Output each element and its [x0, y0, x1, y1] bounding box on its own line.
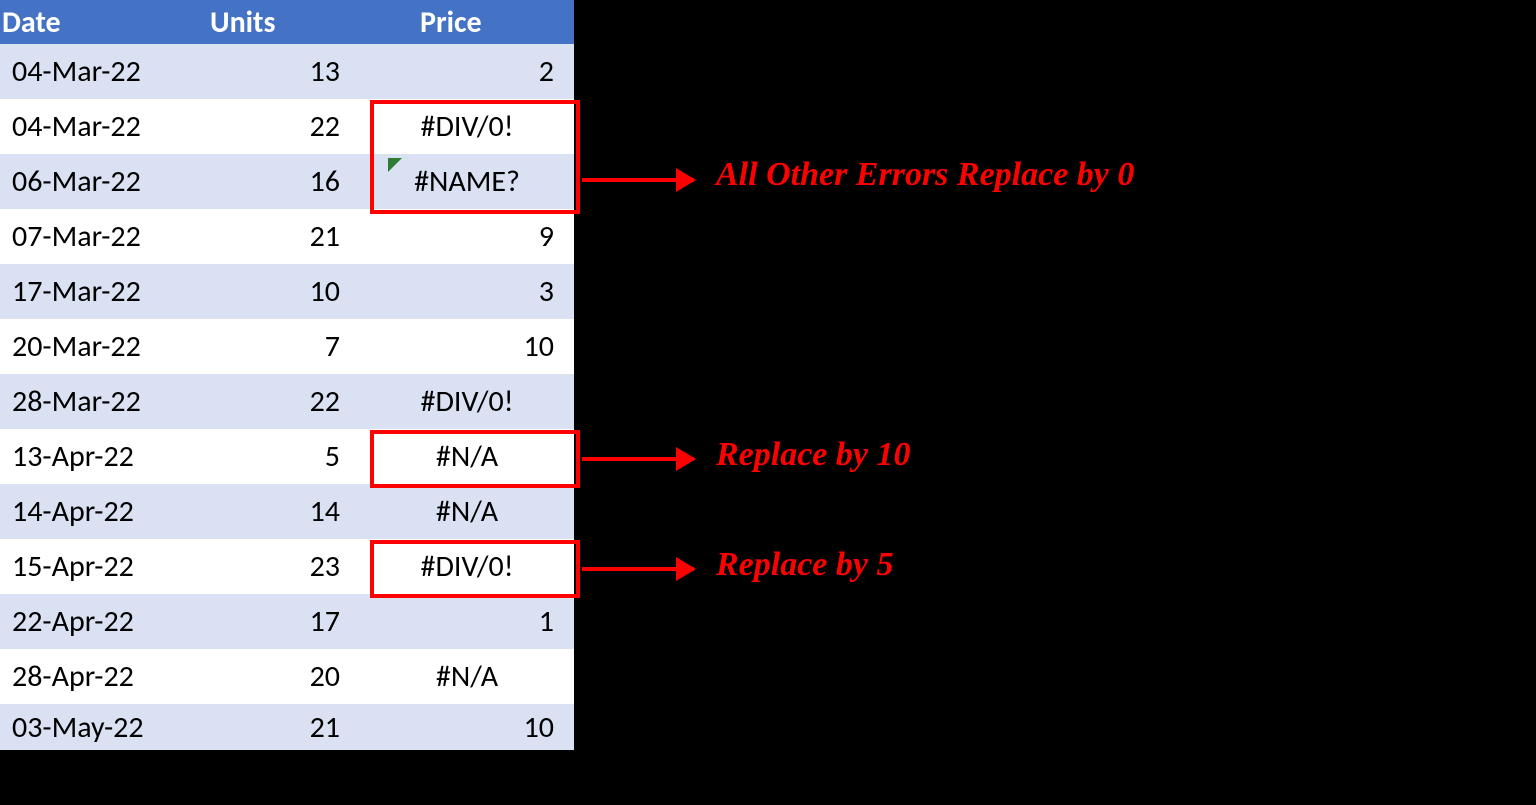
cell-date: 07-Mar-22: [0, 218, 210, 255]
cell-date: 06-Mar-22: [0, 163, 210, 200]
header-price: Price: [360, 4, 574, 41]
cell-date: 20-Mar-22: [0, 328, 210, 365]
table-row: 13-Apr-22 5 #N/A: [0, 429, 574, 484]
cell-units: 21: [210, 709, 360, 746]
cell-units: 23: [210, 548, 360, 585]
table-row: 04-Mar-22 22 #DIV/0!: [0, 99, 574, 154]
cell-units: 16: [210, 163, 360, 200]
cell-price: 3: [360, 273, 574, 310]
cell-date: 28-Apr-22: [0, 658, 210, 695]
cell-units: 22: [210, 108, 360, 145]
cell-units: 7: [210, 328, 360, 365]
error-indicator-icon: [388, 158, 402, 172]
table-row: 17-Mar-22 10 3: [0, 264, 574, 319]
table-header-row: Date Units Price: [0, 0, 574, 44]
annotation-arrow-1: [582, 178, 694, 182]
annotation-arrow-3: [582, 567, 694, 571]
table-row: 03-May-22 21 10: [0, 704, 574, 750]
cell-date: 17-Mar-22: [0, 273, 210, 310]
annotation-text-1: All Other Errors Replace by 0: [716, 156, 1134, 194]
cell-units: 14: [210, 493, 360, 530]
annotation-arrow-2: [582, 457, 694, 461]
cell-date: 03-May-22: [0, 709, 210, 746]
annotation-text-3: Replace by 5: [716, 546, 894, 584]
cell-units: 5: [210, 438, 360, 475]
cell-date: 28-Mar-22: [0, 383, 210, 420]
cell-units: 10: [210, 273, 360, 310]
cell-price: 9: [360, 218, 574, 255]
annotation-text-2: Replace by 10: [716, 436, 911, 474]
cell-date: 15-Apr-22: [0, 548, 210, 585]
table-row: 04-Mar-22 13 2: [0, 44, 574, 99]
cell-price: 2: [360, 53, 574, 90]
table-row: 07-Mar-22 21 9: [0, 209, 574, 264]
cell-units: 13: [210, 53, 360, 90]
cell-units: 20: [210, 658, 360, 695]
cell-units: 21: [210, 218, 360, 255]
cell-price: #DIV/0!: [360, 548, 574, 585]
table-row: 06-Mar-22 16 #NAME?: [0, 154, 574, 209]
header-units: Units: [210, 4, 360, 41]
cell-units: 22: [210, 383, 360, 420]
cell-date: 22-Apr-22: [0, 603, 210, 640]
cell-price: 1: [360, 603, 574, 640]
header-date: Date: [0, 4, 210, 41]
cell-date: 04-Mar-22: [0, 53, 210, 90]
cell-date: 04-Mar-22: [0, 108, 210, 145]
table-row: 14-Apr-22 14 #N/A: [0, 484, 574, 539]
cell-date: 13-Apr-22: [0, 438, 210, 475]
cell-date: 14-Apr-22: [0, 493, 210, 530]
cell-units: 17: [210, 603, 360, 640]
table-row: 28-Apr-22 20 #N/A: [0, 649, 574, 704]
cell-price: #N/A: [360, 493, 574, 530]
cell-price: #DIV/0!: [360, 108, 574, 145]
cell-price: #N/A: [360, 658, 574, 695]
table-row: 28-Mar-22 22 #DIV/0!: [0, 374, 574, 429]
table-row: 20-Mar-22 7 10: [0, 319, 574, 374]
cell-price: #N/A: [360, 438, 574, 475]
cell-price: #DIV/0!: [360, 383, 574, 420]
cell-price: 10: [360, 709, 574, 746]
cell-price: 10: [360, 328, 574, 365]
table-row: 22-Apr-22 17 1: [0, 594, 574, 649]
data-table: Date Units Price 04-Mar-22 13 2 04-Mar-2…: [0, 0, 574, 750]
table-row: 15-Apr-22 23 #DIV/0!: [0, 539, 574, 594]
